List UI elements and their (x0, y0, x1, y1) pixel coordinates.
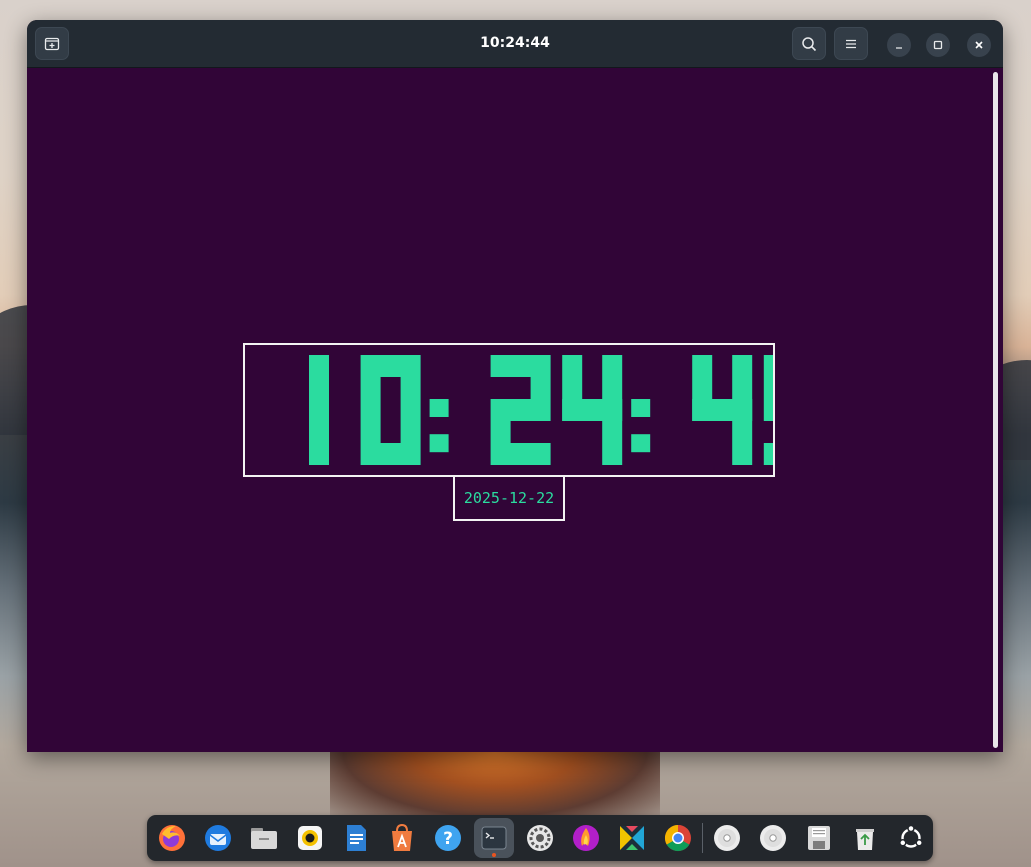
trash-icon (856, 829, 874, 850)
clock-frame (243, 343, 775, 477)
settings-icon (527, 825, 553, 851)
search-button[interactable] (792, 27, 826, 60)
dock-terminal[interactable] (474, 818, 514, 858)
hamburger-menu-icon (846, 39, 856, 48)
terminal-icon (481, 826, 507, 850)
menu-button[interactable] (834, 27, 868, 60)
clock-colon-dot (429, 434, 449, 453)
maximize-icon (933, 40, 943, 50)
firefox-icon (159, 825, 185, 851)
dock-rhythmbox[interactable] (290, 818, 330, 858)
dock-firefox[interactable] (152, 818, 192, 858)
prism-icon (573, 825, 599, 851)
close-button[interactable] (967, 33, 991, 57)
minimize-icon (896, 47, 902, 49)
ubuntu-logo-icon (899, 824, 923, 848)
desktop-sunset-reflection (330, 752, 660, 822)
date-frame: 2025-12-22 (453, 475, 565, 521)
dock-separator (702, 823, 703, 853)
clock-digit-4 (692, 355, 753, 465)
dock: ? (147, 815, 933, 861)
help-icon: ? (435, 825, 461, 851)
rhythmbox-icon (298, 826, 322, 850)
optical-disc-icon (714, 825, 740, 851)
terminal-window: 10:24:44 2025-12-22 (27, 20, 1003, 752)
dock-trash[interactable] (845, 818, 885, 858)
active-app-indicator (492, 853, 496, 857)
dock-chrome[interactable] (658, 818, 698, 858)
clock-digit-5 (763, 355, 773, 465)
search-icon (802, 36, 817, 51)
clock-digit-0 (360, 355, 421, 465)
clock-date: 2025-12-22 (463, 489, 555, 507)
kvantum-icon (620, 826, 644, 850)
clock-digit-1 (309, 355, 329, 465)
new-tab-icon (44, 37, 60, 50)
thunderbird-icon (205, 825, 231, 851)
dock-writer[interactable] (336, 818, 376, 858)
floppy-disk-icon (808, 826, 830, 850)
dock-show-apps[interactable] (891, 818, 931, 858)
chrome-icon (664, 824, 691, 852)
clock-colon-dot (631, 399, 651, 417)
terminal-scrollbar[interactable] (993, 72, 998, 748)
dock-disc-2[interactable] (753, 818, 793, 858)
dock-settings[interactable] (520, 818, 560, 858)
window-titlebar[interactable]: 10:24:44 (27, 20, 1003, 68)
dock-floppy[interactable] (799, 818, 839, 858)
dock-kvantum[interactable] (612, 818, 652, 858)
maximize-button[interactable] (926, 33, 950, 57)
svg-text:?: ? (443, 829, 453, 849)
new-tab-button[interactable] (35, 27, 69, 60)
clock-digits (309, 355, 773, 465)
dock-help[interactable]: ? (428, 818, 468, 858)
clock-colon-dot (631, 434, 651, 453)
dock-files[interactable] (244, 818, 284, 858)
clock-colon-dot (429, 399, 449, 417)
close-icon (975, 41, 983, 49)
dock-disc-1[interactable] (707, 818, 747, 858)
clock-digit-2 (490, 355, 551, 465)
optical-disc-icon (760, 825, 786, 851)
app-center-icon (392, 823, 412, 851)
minimize-button[interactable] (887, 33, 911, 57)
libreoffice-writer-icon (347, 825, 366, 851)
files-icon (251, 828, 277, 849)
dock-prism[interactable] (566, 818, 606, 858)
dock-thunderbird[interactable] (198, 818, 238, 858)
clock-digit-4 (562, 355, 623, 465)
dock-app-center[interactable] (382, 818, 422, 858)
